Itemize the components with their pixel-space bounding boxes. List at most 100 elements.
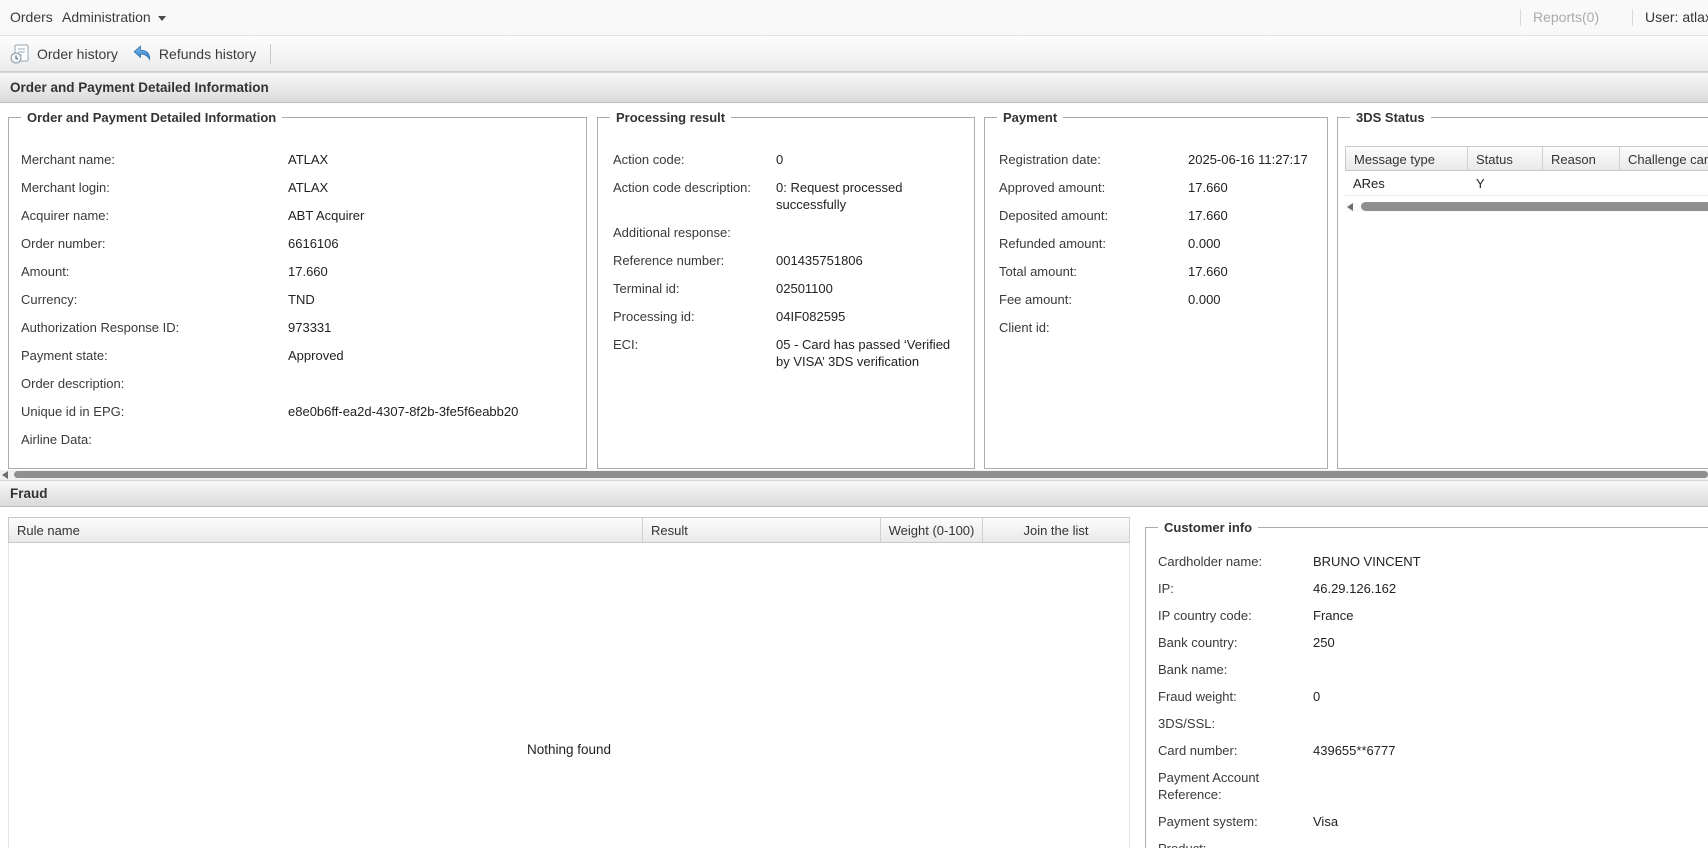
field-row: Reference number:001435751806 — [613, 252, 962, 269]
fraud-pane: Rule nameResultWeight (0-100)Join the li… — [0, 507, 1708, 848]
field-value: 17.660 — [1188, 207, 1317, 224]
field-row: Processing id:04IF082595 — [613, 308, 962, 325]
field-row: ECI:05 - Card has passed ‘Verified by VI… — [613, 336, 962, 370]
field-label: Terminal id: — [613, 280, 776, 297]
field-value — [1313, 769, 1708, 803]
field-row: Order number:6616106 — [21, 235, 576, 252]
current-user-label: User: atlax_ — [1645, 0, 1708, 35]
menu-administration-label: Administration — [62, 9, 151, 25]
field-label: Client id: — [999, 319, 1188, 336]
table-cell: ARes — [1345, 171, 1468, 196]
top-menu-bar: Orders Administration Reports(0) User: a… — [0, 0, 1708, 36]
field-row: Bank name: — [1158, 661, 1708, 678]
menu-orders[interactable]: Orders — [10, 0, 53, 35]
field-row: Refunded amount:0.000 — [999, 235, 1317, 252]
field-value: 0: Request processed successfully — [776, 179, 962, 213]
field-value — [1188, 319, 1317, 336]
field-row: IP country code:France — [1158, 607, 1708, 624]
field-label: Currency: — [21, 291, 288, 308]
field-value: 0.000 — [1188, 235, 1317, 252]
fraud-table-body: Nothing found — [8, 543, 1130, 848]
field-value: 6616106 — [288, 235, 576, 252]
field-value: 0 — [1313, 688, 1708, 705]
field-value: 17.660 — [1188, 263, 1317, 280]
field-label: Fraud weight: — [1158, 688, 1313, 705]
order-details-rows: Merchant name:ATLAXMerchant login:ATLAXA… — [9, 118, 586, 448]
menu-administration[interactable]: Administration — [62, 0, 166, 35]
field-value: 17.660 — [288, 263, 576, 280]
refunds-history-button[interactable]: Refunds history — [127, 40, 260, 68]
field-label: Unique id in EPG: — [21, 403, 288, 420]
order-details-legend: Order and Payment Detailed Information — [21, 110, 282, 125]
scroll-left-arrow-icon[interactable] — [1347, 203, 1353, 211]
fraud-rules-table: Rule nameResultWeight (0-100)Join the li… — [8, 517, 1130, 848]
column-header[interactable]: Message type — [1345, 146, 1468, 171]
column-header[interactable]: Reason — [1543, 146, 1620, 171]
column-header[interactable]: Rule name — [8, 517, 643, 543]
processing-result-rows: Action code:0Action code description:0: … — [598, 118, 974, 370]
field-value: ATLAX — [288, 151, 576, 168]
field-row: IP:46.29.126.162 — [1158, 580, 1708, 597]
section-header-fraud: Fraud — [0, 480, 1708, 507]
field-row: 3DS/SSL: — [1158, 715, 1708, 732]
payment-fieldset: Payment Registration date:2025-06-16 11:… — [984, 117, 1328, 469]
field-label: Registration date: — [999, 151, 1188, 168]
field-row: Order description: — [21, 375, 576, 392]
field-row: Bank country:250 — [1158, 634, 1708, 651]
column-header[interactable]: Result — [643, 517, 881, 543]
field-value: 46.29.126.162 — [1313, 580, 1708, 597]
field-value: 2025-06-16 11:27:17 — [1188, 151, 1317, 168]
field-row: Terminal id:02501100 — [613, 280, 962, 297]
field-label: Reference number: — [613, 252, 776, 269]
main-horizontal-scrollbar[interactable] — [0, 470, 1708, 480]
field-label: Payment system: — [1158, 813, 1313, 830]
field-value — [1313, 661, 1708, 678]
field-value: 17.660 — [1188, 179, 1317, 196]
field-row: Unique id in EPG:e8e0b6ff-ea2d-4307-8f2b… — [21, 403, 576, 420]
table-cell — [1620, 171, 1708, 196]
field-value: France — [1313, 607, 1708, 624]
refunds-history-icon — [131, 43, 153, 65]
field-label: Approved amount: — [999, 179, 1188, 196]
field-label: Action code description: — [613, 179, 776, 213]
field-row: Approved amount:17.660 — [999, 179, 1317, 196]
column-header[interactable]: Challenge cancel — [1620, 146, 1708, 171]
scrollbar-thumb[interactable] — [14, 471, 1708, 478]
customer-info-rows: Cardholder name:BRUNO VINCENT IP:46.29.12… — [1146, 528, 1708, 848]
field-label: Bank country: — [1158, 634, 1313, 651]
field-row: Deposited amount:17.660 — [999, 207, 1317, 224]
field-value: BRUNO VINCENT — [1313, 553, 1708, 570]
menubar-divider — [1520, 9, 1521, 26]
field-label: Order number: — [21, 235, 288, 252]
field-row: Payment Account Reference: — [1158, 769, 1708, 803]
order-details-fieldset: Order and Payment Detailed Information M… — [8, 117, 587, 469]
field-row: Cardholder name:BRUNO VINCENT — [1158, 553, 1708, 570]
field-label: IP country code: — [1158, 607, 1313, 624]
field-label: Processing id: — [613, 308, 776, 325]
table-cell — [1543, 171, 1620, 196]
field-label: Action code: — [613, 151, 776, 168]
column-header[interactable]: Join the list — [983, 517, 1130, 543]
processing-result-fieldset: Processing result Action code:0Action co… — [597, 117, 975, 469]
scroll-left-arrow-icon[interactable] — [2, 471, 8, 479]
field-value: 05 - Card has passed ‘Verified by VISA’ … — [776, 336, 962, 370]
menu-reports[interactable]: Reports(0) — [1533, 0, 1599, 35]
field-label: Payment state: — [21, 347, 288, 364]
field-value: 973331 — [288, 319, 576, 336]
processing-result-legend: Processing result — [610, 110, 731, 125]
order-payment-pane: Order and Payment Detailed Information M… — [0, 103, 1708, 470]
scrollbar-thumb[interactable] — [1361, 202, 1708, 211]
field-value — [1313, 840, 1708, 848]
table-row[interactable]: AResY — [1345, 171, 1708, 196]
field-label: Cardholder name: — [1158, 553, 1313, 570]
field-label: Acquirer name: — [21, 207, 288, 224]
three-ds-table-header: Message typeStatusReasonChallenge cancel — [1345, 146, 1708, 171]
order-history-button[interactable]: Order history — [5, 40, 122, 68]
field-label: Product: — [1158, 840, 1313, 848]
column-header[interactable]: Status — [1468, 146, 1543, 171]
three-ds-horizontal-scrollbar[interactable] — [1345, 202, 1708, 212]
field-value — [1313, 715, 1708, 732]
three-ds-status-legend: 3DS Status — [1350, 110, 1431, 125]
column-header[interactable]: Weight (0-100) — [881, 517, 983, 543]
customer-info-legend: Customer info — [1158, 520, 1258, 535]
